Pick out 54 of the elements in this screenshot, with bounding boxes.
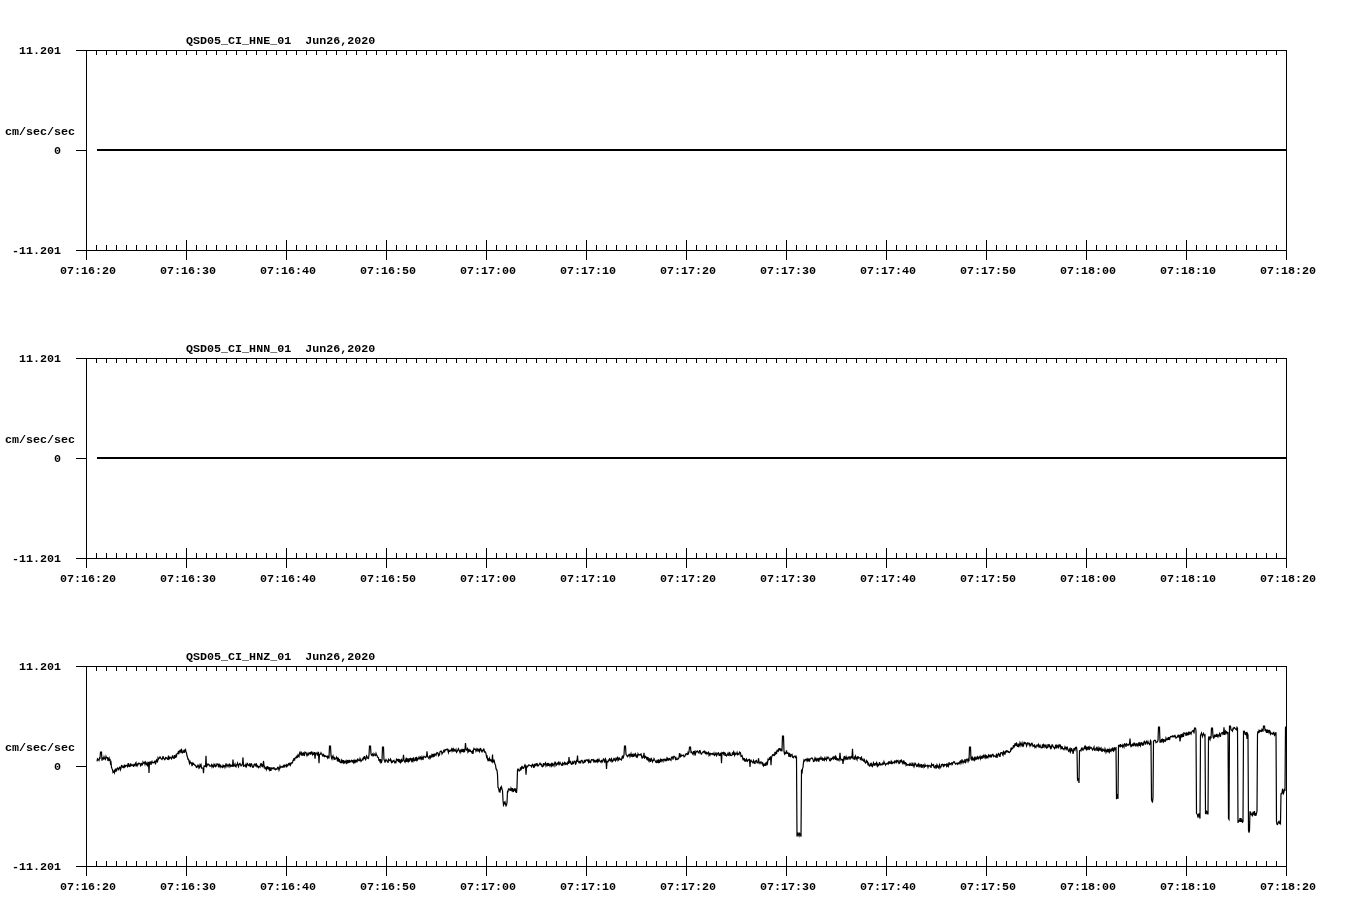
x-tick-label: 07:17:00 (459, 880, 517, 894)
x-tick-label: 07:16:30 (159, 880, 217, 894)
x-tick-label: 07:16:40 (259, 264, 317, 278)
y-tick-label: -11.201 (11, 244, 61, 258)
y-tick-label: 0 (54, 760, 61, 774)
y-tick-label: 11.201 (18, 44, 61, 58)
x-tick-label: 07:18:20 (1259, 880, 1317, 894)
x-tick-label: 07:16:40 (259, 572, 317, 586)
x-tick-label: 07:17:00 (459, 264, 517, 278)
x-tick-label: 07:18:00 (1059, 880, 1117, 894)
x-tick-label: 07:17:50 (959, 880, 1017, 894)
x-tick-label: 07:18:10 (1159, 264, 1217, 278)
x-tick-label: 07:17:20 (659, 880, 717, 894)
x-tick-label: 07:16:20 (59, 880, 117, 894)
x-tick-label: 07:18:20 (1259, 264, 1317, 278)
chart-title: QSD05_CI_HNE_01 Jun26,2020 (186, 34, 376, 48)
x-tick-label: 07:16:30 (159, 264, 217, 278)
x-tick-label: 07:17:50 (959, 264, 1017, 278)
chart-title: QSD05_CI_HNN_01 Jun26,2020 (186, 342, 376, 356)
x-tick-label: 07:17:30 (759, 572, 817, 586)
x-tick-label: 07:16:30 (159, 572, 217, 586)
x-tick-label: 07:17:10 (559, 572, 617, 586)
x-tick-label: 07:17:20 (659, 572, 717, 586)
x-tick-label: 07:17:30 (759, 264, 817, 278)
x-tick-label: 07:18:00 (1059, 572, 1117, 586)
x-tick-label: 07:16:50 (359, 264, 417, 278)
y-tick-label: -11.201 (11, 552, 61, 566)
x-tick-label: 07:17:10 (559, 264, 617, 278)
x-tick-label: 07:16:20 (59, 264, 117, 278)
x-tick-label: 07:16:50 (359, 880, 417, 894)
y-tick-label: -11.201 (11, 860, 61, 874)
x-tick-label: 07:17:40 (859, 572, 917, 586)
x-tick-label: 07:18:20 (1259, 572, 1317, 586)
x-tick-label: 07:17:00 (459, 572, 517, 586)
x-tick-label: 07:17:30 (759, 880, 817, 894)
x-tick-label: 07:16:50 (359, 572, 417, 586)
y-tick-label: 11.201 (18, 660, 61, 674)
x-tick-label: 07:16:20 (59, 572, 117, 586)
x-tick-label: 07:17:10 (559, 880, 617, 894)
chart-title: QSD05_CI_HNZ_01 Jun26,2020 (186, 650, 376, 664)
y-tick-label: 0 (54, 144, 61, 158)
x-tick-label: 07:17:40 (859, 264, 917, 278)
x-tick-label: 07:18:10 (1159, 880, 1217, 894)
y-axis-unit-label: cm/sec/sec (5, 433, 76, 447)
x-tick-label: 07:16:40 (259, 880, 317, 894)
x-tick-label: 07:18:10 (1159, 572, 1217, 586)
x-tick-label: 07:18:00 (1059, 264, 1117, 278)
y-tick-label: 11.201 (18, 352, 61, 366)
y-axis-unit-label: cm/sec/sec (5, 741, 76, 755)
x-tick-label: 07:17:20 (659, 264, 717, 278)
x-tick-label: 07:17:40 (859, 880, 917, 894)
x-tick-label: 07:17:50 (959, 572, 1017, 586)
y-axis-unit-label: cm/sec/sec (5, 125, 76, 139)
y-tick-label: 0 (54, 452, 61, 466)
